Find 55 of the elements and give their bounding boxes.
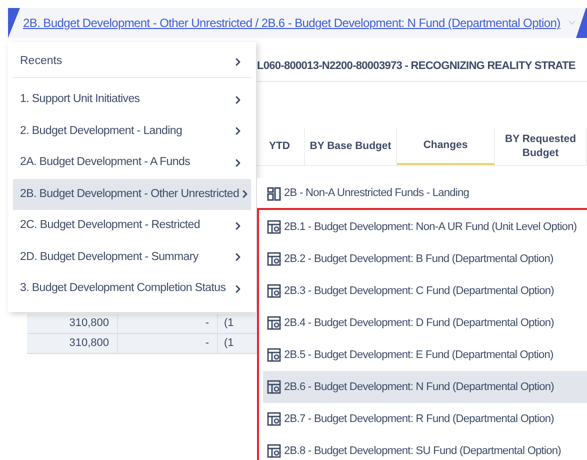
menu-label: 2. Budget Development - Landing: [20, 124, 182, 139]
menu-label: 2B.8 - Budget Development: SU Fund (Departmental Option): [284, 444, 561, 459]
menu-label: 2B.2 - Budget Development: B Fund (Departmental Option): [284, 252, 554, 267]
menu-item[interactable]: 2A. Budget Development - A Funds: [13, 147, 251, 178]
menu-item[interactable]: 2D. Budget Development - Summary: [13, 242, 251, 273]
menu-item[interactable]: 2B.3 - Budget Development: C Fund (Departmental Option): [263, 275, 587, 307]
table-search-icon: [267, 348, 281, 362]
table-cell: 310,800: [27, 314, 118, 333]
table-search-icon: [267, 412, 281, 426]
table-search-icon: [267, 316, 281, 330]
table-search-icon: [267, 284, 281, 298]
table-cell-text: (1: [223, 336, 235, 352]
menu-item[interactable]: 2B.5 - Budget Development: E Fund (Departmental Option): [263, 339, 587, 371]
table-search-icon: [267, 220, 281, 234]
menu-item[interactable]: Recents: [13, 46, 251, 78]
menu-label: 2B.5 - Budget Development: E Fund (Departmental Option): [284, 348, 554, 363]
menu-label: 2B.7 - Budget Development: R Fund (Departmental Option): [284, 412, 554, 427]
page-title: L060-800013-N2200-80003973 - RECOGNIZING REALITY STRATE: [257, 59, 576, 74]
menu-item[interactable]: 2B.4 - Budget Development: D Fund (Departmental Option): [263, 307, 587, 339]
column-header[interactable]: Changes: [397, 128, 495, 165]
menu-label: 2C. Budget Development - Restricted: [20, 218, 200, 234]
menu-item[interactable]: 2B.2 - Budget Development: B Fund (Departmental Option): [263, 243, 587, 275]
menu-label: 2B - Non-A Unrestricted Funds - Landing: [284, 186, 470, 202]
table-cell: -: [118, 314, 218, 333]
menu-item[interactable]: 2B.8 - Budget Development: SU Fund (Departmental Option): [263, 435, 587, 460]
menu-label: 1. Support Unit Initiatives: [20, 92, 140, 108]
menu-label: 2B.1 - Budget Development: Non-A UR Fund (Unit Level Option): [284, 220, 577, 235]
menu-item[interactable]: 2C. Budget Development - Restricted: [13, 210, 251, 242]
table-cell: -: [118, 334, 218, 353]
breadcrumb-link[interactable]: 2B. Budget Development - Other Unrestricted / 2B.6 - Budget Development: N Fund (Departmental Option): [23, 14, 560, 32]
menu-item[interactable]: 2B.1 - Budget Development: Non-A UR Fund (Unit Level Option): [263, 211, 587, 243]
table-cell: 310,800: [27, 334, 118, 353]
menu-label: 2B. Budget Development - Other Unrestricted: [20, 186, 240, 202]
menu-label: Recents: [20, 54, 62, 69]
menu-item[interactable]: 2. Budget Development - Landing: [13, 116, 251, 147]
table-cell-text: (1: [223, 316, 235, 332]
table-search-icon: [267, 252, 281, 266]
menu-item[interactable]: 2B.6 - Budget Development: N Fund (Departmental Option): [263, 371, 587, 403]
layout-icon: [267, 186, 281, 200]
menu-item[interactable]: 2B.7 - Budget Development: R Fund (Departmental Option): [263, 403, 587, 435]
menu-item[interactable]: 1. Support Unit Initiatives: [13, 84, 251, 116]
menu-label: 2A. Budget Development - A Funds: [20, 155, 190, 170]
menu-item[interactable]: 2B - Non-A Unrestricted Funds - Landing: [257, 179, 587, 208]
column-header[interactable]: BY Base Budget: [305, 128, 397, 165]
table-search-icon: [267, 380, 281, 394]
menu-item[interactable]: 2B. Budget Development - Other Unrestricted: [13, 178, 251, 210]
menu-label: 2B.6 - Budget Development: N Fund (Departmental Option): [284, 380, 554, 395]
caret-icon[interactable]: [568, 20, 576, 26]
menu-label: 2D. Budget Development - Summary: [20, 250, 198, 265]
menu-label: 3. Budget Development Completion Status: [20, 281, 226, 296]
column-header[interactable]: BY Requested Budget: [495, 128, 587, 165]
menu-label: 2B.4 - Budget Development: D Fund (Departmental Option): [284, 316, 554, 331]
accent-shape: [8, 8, 20, 38]
menu-item[interactable]: 3. Budget Development Completion Status: [13, 273, 251, 304]
menu-label: 2B.3 - Budget Development: C Fund (Departmental Option): [284, 284, 554, 299]
